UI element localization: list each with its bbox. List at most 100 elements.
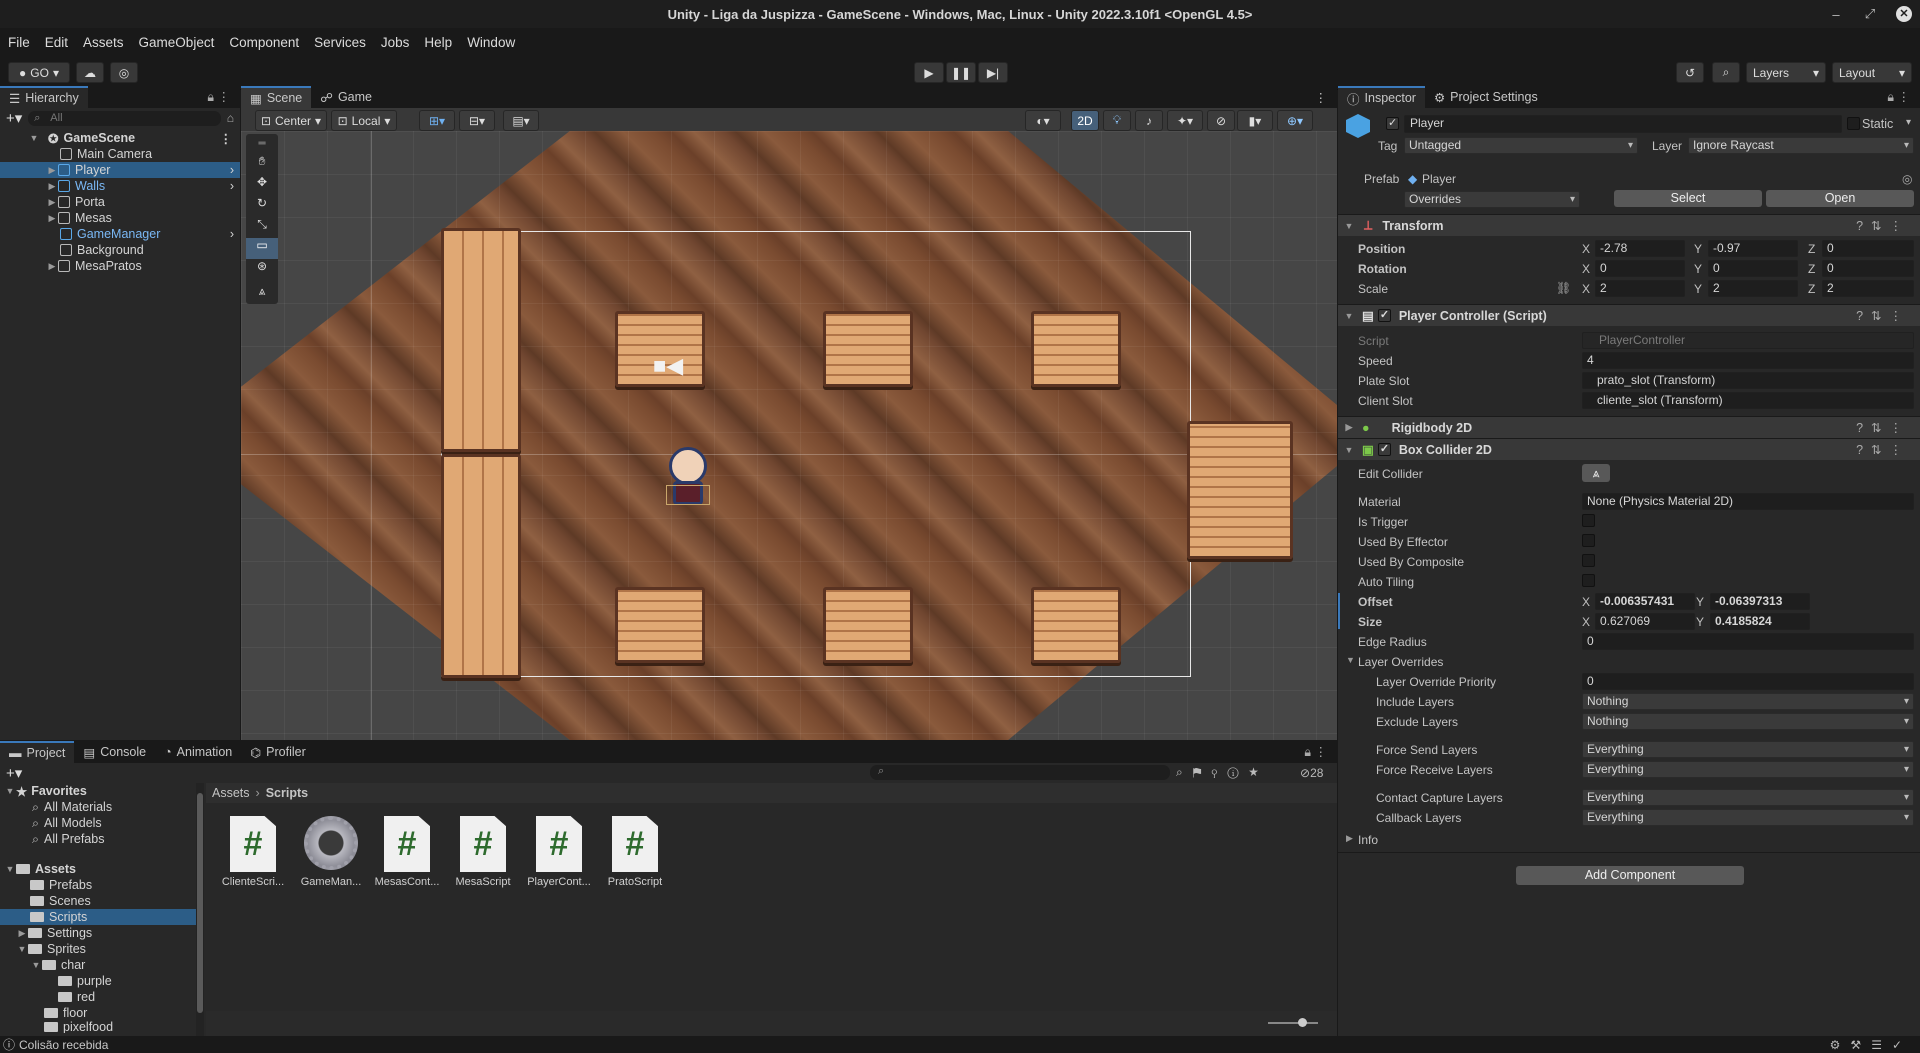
- visibility-toggle[interactable]: ⊘: [1207, 110, 1235, 131]
- size-y-field[interactable]: 0.4185824: [1710, 613, 1810, 630]
- lock-icon[interactable]: 🔒︎ ⋮: [207, 89, 230, 105]
- folder-scenes[interactable]: Scenes: [0, 893, 196, 909]
- folder-floor[interactable]: floor: [0, 1005, 196, 1021]
- tab-animation[interactable]: ◔ Animation: [155, 741, 241, 763]
- layers-dropdown[interactable]: Layers ▾: [1746, 62, 1826, 83]
- assets-folder[interactable]: ▼ Assets: [0, 861, 196, 877]
- status-message[interactable]: Colisão recebida: [19, 1038, 108, 1052]
- force-send-layers-dropdown[interactable]: Everything: [1582, 741, 1914, 758]
- speed-field[interactable]: 4: [1582, 352, 1914, 369]
- transform-header[interactable]: ▼ ⟂ Transform ?⇅⋮: [1338, 214, 1920, 236]
- scale-x-field[interactable]: 2: [1595, 280, 1685, 297]
- select-button[interactable]: Select: [1614, 190, 1762, 207]
- size-x-field[interactable]: 0.627069: [1595, 613, 1695, 630]
- edit-collider-button[interactable]: ⩓: [1582, 464, 1610, 482]
- hierarchy-item-background[interactable]: Background: [0, 242, 240, 258]
- filter-icon[interactable]: ⌂: [227, 111, 234, 125]
- component-enabled-checkbox[interactable]: ✓: [1377, 309, 1391, 322]
- menu-component[interactable]: Component: [229, 35, 299, 50]
- component-enabled-checkbox[interactable]: ✓: [1377, 443, 1391, 456]
- layer-dropdown[interactable]: Ignore Raycast: [1688, 137, 1914, 154]
- offset-x-field[interactable]: -0.006357431: [1595, 593, 1695, 610]
- favorite-all-prefabs[interactable]: ⌕ All Prefabs: [0, 831, 196, 847]
- audio-toggle[interactable]: ♪: [1135, 110, 1163, 131]
- favorites-folder[interactable]: ▼ ★ Favorites: [0, 783, 196, 799]
- more-icon[interactable]: ⋮: [1315, 90, 1328, 105]
- tab-inspector[interactable]: ⓘ Inspector: [1338, 86, 1425, 108]
- expand-icon[interactable]: ▶: [46, 213, 58, 224]
- open-button[interactable]: Open: [1766, 190, 1914, 207]
- close-icon[interactable]: ✕: [1896, 6, 1912, 22]
- hierarchy-item-main-camera[interactable]: Main Camera: [0, 146, 240, 162]
- expand-icon[interactable]: ▶: [1346, 833, 1353, 844]
- overrides-dropdown[interactable]: Overrides: [1404, 191, 1580, 208]
- project-filter-icons[interactable]: ⌕⚑⚲ⓘ★: [1176, 765, 1268, 780]
- tree-scrollbar[interactable]: [196, 783, 204, 1036]
- auto-tiling-checkbox[interactable]: [1582, 574, 1595, 587]
- scale-tool-icon[interactable]: ⤡: [246, 217, 278, 238]
- expand-icon[interactable]: ▶: [1342, 422, 1356, 433]
- folder-char[interactable]: ▼ char: [0, 957, 196, 973]
- lock-icon[interactable]: 🔒︎ ⋮: [1887, 89, 1910, 105]
- hierarchy-item-gamemanager[interactable]: GameManager ›: [0, 226, 240, 242]
- camera-gizmo-icon[interactable]: ■◀: [653, 353, 683, 379]
- hidden-icon[interactable]: ⊘28: [1300, 766, 1323, 780]
- folder-scripts[interactable]: Scripts: [0, 909, 196, 925]
- space-dropdown[interactable]: ⊡ Local ▾: [331, 110, 397, 131]
- hierarchy-item-mesas[interactable]: ▶ Mesas: [0, 210, 240, 226]
- chevron-right-icon[interactable]: ›: [230, 227, 234, 241]
- expand-icon[interactable]: ▶: [46, 181, 58, 192]
- tab-hierarchy[interactable]: ☰ Hierarchy: [0, 86, 88, 108]
- hierarchy-search-input[interactable]: ⌕ All: [28, 110, 221, 126]
- scale-y-field[interactable]: 2: [1708, 280, 1798, 297]
- component-menu-icons[interactable]: ?⇅⋮: [1856, 442, 1910, 457]
- hand-tool-icon[interactable]: ✋︎: [246, 154, 278, 175]
- camera-dropdown[interactable]: ▮▾: [1237, 110, 1273, 131]
- contact-capture-layers-dropdown[interactable]: Everything: [1582, 789, 1914, 806]
- player-controller-header[interactable]: ▼ ▤ ✓ Player Controller (Script) ?⇅⋮: [1338, 304, 1920, 326]
- effects-dropdown[interactable]: ✦▾: [1167, 110, 1203, 131]
- tab-console[interactable]: ▤ Console: [74, 741, 155, 763]
- minimize-icon[interactable]: –: [1828, 7, 1844, 22]
- grid-snap-button[interactable]: ⊞▾: [419, 110, 455, 131]
- history-button[interactable]: ↺: [1676, 62, 1704, 83]
- draw-mode-dropdown[interactable]: ◐▾: [1025, 110, 1061, 131]
- scene-viewport[interactable]: ■◀: [241, 131, 1337, 740]
- used-by-effector-checkbox[interactable]: [1582, 534, 1595, 547]
- scene-root[interactable]: ▼ ✪ GameScene ⋮: [0, 130, 240, 146]
- pause-button[interactable]: ❚❚: [946, 62, 976, 83]
- zoom-slider-handle[interactable]: [1298, 1018, 1307, 1027]
- rigidbody-header[interactable]: ▶ ● Rigidbody 2D ?⇅⋮: [1338, 416, 1920, 438]
- folder-red[interactable]: red: [0, 989, 196, 1005]
- object-name-field[interactable]: Player: [1404, 115, 1842, 133]
- tab-game[interactable]: ☍ Game: [311, 86, 381, 108]
- callback-layers-dropdown[interactable]: Everything: [1582, 809, 1914, 826]
- tab-project-settings[interactable]: ⚙ Project Settings: [1425, 86, 1547, 108]
- more-icon[interactable]: ⋮: [220, 131, 233, 146]
- expand-icon[interactable]: ▶: [46, 165, 58, 176]
- rect-tool-icon[interactable]: ▭: [246, 238, 278, 259]
- position-z-field[interactable]: 0: [1822, 240, 1914, 257]
- folder-purple[interactable]: purple: [0, 973, 196, 989]
- expand-icon[interactable]: ▼: [28, 133, 40, 143]
- client-slot-field[interactable]: cliente_slot (Transform): [1582, 392, 1914, 409]
- asset-clientescript[interactable]: # ClienteScri...: [218, 816, 288, 888]
- breadcrumb-assets[interactable]: Assets: [212, 786, 250, 800]
- collapse-icon[interactable]: ▼: [1342, 445, 1356, 455]
- increment-snap-button[interactable]: ⊟▾: [459, 110, 495, 131]
- collapse-icon[interactable]: ▼: [1342, 221, 1356, 231]
- menu-window[interactable]: Window: [467, 35, 515, 50]
- used-by-composite-checkbox[interactable]: [1582, 554, 1595, 567]
- add-component-button[interactable]: Add Component: [1516, 866, 1744, 885]
- asset-pratoscript[interactable]: # PratoScript: [600, 816, 670, 888]
- info-foldout[interactable]: Info: [1358, 833, 1378, 847]
- folder-pixelfood[interactable]: pixelfood: [0, 1021, 196, 1033]
- transform-tool-icon[interactable]: ⊛: [246, 259, 278, 280]
- exclude-layers-dropdown[interactable]: Nothing: [1582, 713, 1914, 730]
- menu-assets[interactable]: Assets: [83, 35, 124, 50]
- gizmos-dropdown[interactable]: ⊕▾: [1277, 110, 1313, 131]
- create-button[interactable]: +▾: [6, 764, 22, 782]
- is-trigger-checkbox[interactable]: [1582, 514, 1595, 527]
- menu-file[interactable]: File: [8, 35, 30, 50]
- link-icon[interactable]: ⛓: [1556, 281, 1571, 295]
